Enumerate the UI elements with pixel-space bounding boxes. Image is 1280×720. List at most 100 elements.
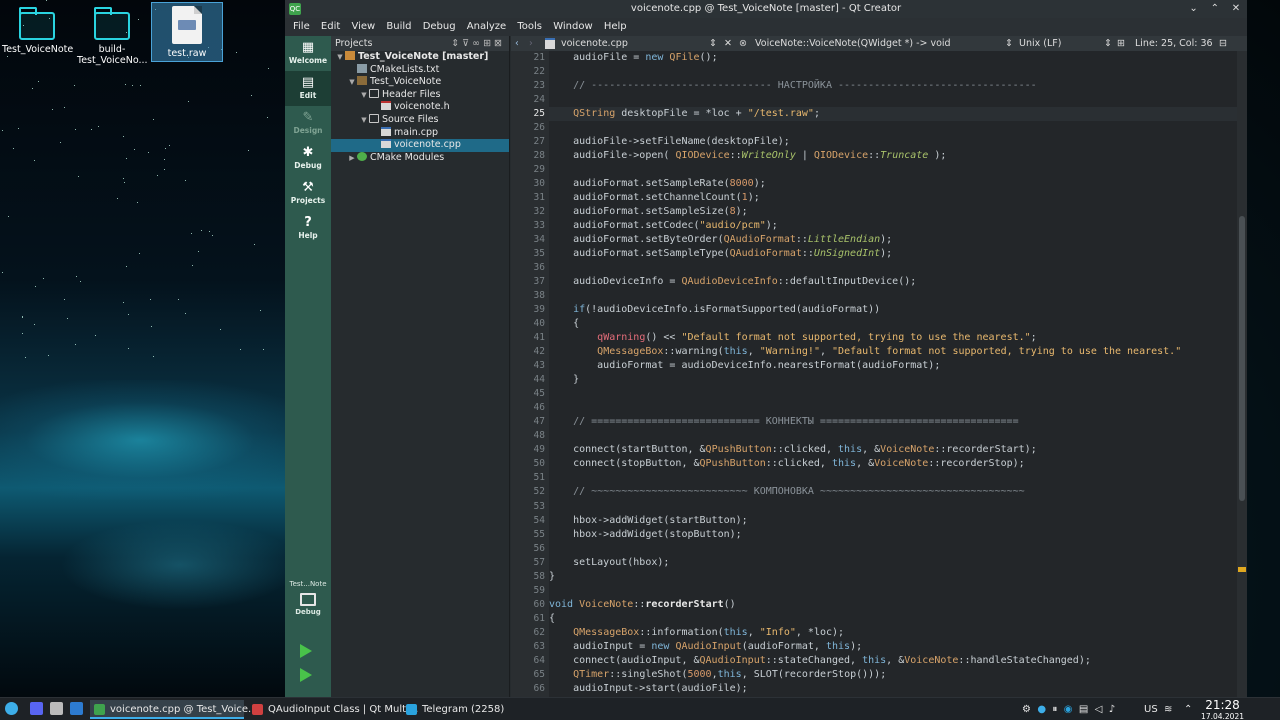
tray-pause-icon[interactable]: ⏸ (1052, 704, 1057, 715)
kit-selector[interactable]: Test...Note Debug (285, 580, 331, 616)
code-line[interactable] (549, 401, 1237, 415)
expand-arrow-icon[interactable]: ▶ (347, 152, 357, 165)
tray-media-icon[interactable]: ♪ (1109, 704, 1115, 715)
expand-arrow-icon[interactable]: ▼ (359, 114, 369, 127)
file-dropdown-icon[interactable]: ⇕ (709, 36, 717, 51)
split-icon[interactable]: ⊞ (1117, 36, 1125, 51)
menu-file[interactable]: File (293, 21, 310, 32)
back-icon[interactable]: ‹ (515, 36, 519, 51)
tree-item[interactable]: ▼ Source Files (331, 113, 509, 127)
app-icon[interactable] (50, 702, 63, 715)
code-line[interactable] (549, 500, 1237, 514)
encoding-selector[interactable]: Unix (LF) (1019, 36, 1061, 51)
menu-build[interactable]: Build (386, 21, 411, 32)
code-line[interactable]: { (549, 612, 1237, 626)
tree-item[interactable]: ▼ Test_VoiceNote (331, 76, 509, 89)
code-line[interactable]: QMessageBox::information(this, "Info", *… (549, 626, 1237, 640)
mode-welcome[interactable]: ▦ Welcome (285, 36, 331, 71)
mode-edit[interactable]: ▤ Edit (285, 71, 331, 106)
desktop-icon-build[interactable]: build- Test_VoiceNo... (77, 6, 148, 66)
tree-item[interactable]: ▶ CMake Modules (331, 151, 509, 165)
code-line[interactable] (549, 542, 1237, 556)
keyboard-layout[interactable]: US (1144, 698, 1158, 720)
code-line[interactable]: audioFormat.setSampleRate(8000); (549, 177, 1237, 191)
code-line[interactable]: audioFormat.setSampleSize(8); (549, 205, 1237, 219)
code-line[interactable] (549, 65, 1237, 79)
menu-help[interactable]: Help (604, 21, 627, 32)
close-icon[interactable]: ⊠ (494, 38, 505, 49)
editor-scrollbar[interactable] (1237, 51, 1247, 697)
menu-analyze[interactable]: Analyze (467, 21, 506, 32)
discord-icon[interactable] (30, 702, 43, 715)
symbol-selector[interactable]: VoiceNote::VoiceNote(QWidget *) -> void (755, 36, 951, 51)
code-line[interactable]: { (549, 317, 1237, 331)
tree-item[interactable]: voicenote.cpp (331, 139, 509, 152)
mode-projects[interactable]: ⚒ Projects (285, 176, 331, 211)
code-line[interactable]: connect(stopButton, &QPushButton::clicke… (549, 457, 1237, 471)
tray-update-icon[interactable]: ● (1037, 704, 1046, 715)
close-document-icon[interactable]: ✕ (724, 36, 732, 51)
maximize-icon[interactable]: ⌃ (1208, 0, 1222, 18)
code-line[interactable]: if(!audioDeviceInfo.isFormatSupported(au… (549, 303, 1237, 317)
split-editor-icon[interactable]: ⊟ (1219, 36, 1227, 51)
tree-item[interactable]: voicenote.h (331, 101, 509, 114)
code-line[interactable] (549, 429, 1237, 443)
taskbar-app[interactable]: Telegram (2258) (402, 700, 504, 719)
code-line[interactable]: // ~~~~~~~~~~~~~~~~~~~~~~~~~~ КОМПОНОВКА… (549, 485, 1237, 499)
menu-tools[interactable]: Tools (517, 21, 542, 32)
menu-debug[interactable]: Debug (423, 21, 456, 32)
filter-icon[interactable]: ⊽ (462, 38, 472, 49)
expand-arrow-icon[interactable]: ▼ (359, 89, 369, 102)
code-line[interactable]: audioFormat.setSampleType(QAudioFormat::… (549, 247, 1237, 261)
clock[interactable]: 21:28 17.04.2021 (1201, 699, 1244, 720)
code-line[interactable]: audioInput->start(audioFile); (549, 682, 1237, 696)
tree-item[interactable]: CMakeLists.txt (331, 63, 509, 77)
code-line[interactable]: qWarning() << "Default format not suppor… (549, 331, 1237, 345)
mode-help[interactable]: ? Help (285, 211, 331, 246)
tray-volume-icon[interactable]: ◁ (1095, 704, 1103, 715)
code-line[interactable]: audioFile->setFileName(desktopFile); (549, 135, 1237, 149)
code-line[interactable]: } (549, 373, 1237, 387)
taskbar-app[interactable]: voicenote.cpp @ Test_Voice... (90, 700, 258, 719)
minimize-icon[interactable]: ⌄ (1187, 0, 1201, 18)
app-launcher-icon[interactable] (5, 702, 18, 715)
code-line[interactable]: } (549, 570, 1237, 584)
code-line[interactable]: audioFormat = audioDeviceInfo.nearestFor… (549, 359, 1237, 373)
menu-edit[interactable]: Edit (321, 21, 340, 32)
code-line[interactable]: audioInput = new QAudioInput(audioFormat… (549, 640, 1237, 654)
code-line[interactable]: audioFormat.setCodec("audio/pcm"); (549, 219, 1237, 233)
code-line[interactable]: hbox->addWidget(startButton); (549, 514, 1237, 528)
tree-item[interactable]: ▼ Header Files (331, 88, 509, 102)
tree-item[interactable]: main.cpp (331, 126, 509, 140)
code-line[interactable]: audioFile->open( QIODevice::WriteOnly | … (549, 149, 1237, 163)
code-line[interactable] (549, 584, 1237, 598)
tree-item[interactable]: ▼ Test_VoiceNote [master] (331, 51, 509, 64)
run-icon[interactable] (300, 644, 312, 658)
link-icon[interactable]: ∞ (472, 38, 483, 49)
forward-icon[interactable]: › (529, 36, 533, 51)
code-line[interactable] (549, 163, 1237, 177)
code-line[interactable]: void VoiceNote::recorderStart() (549, 598, 1237, 612)
code-line[interactable]: connect(audioInput, &QAudioInput::stateC… (549, 654, 1237, 668)
code-line[interactable] (549, 289, 1237, 303)
tray-clipboard-icon[interactable]: ▤ (1079, 704, 1088, 715)
code-line[interactable]: connect(startButton, &QPushButton::click… (549, 443, 1237, 457)
mode-debug[interactable]: ✱ Debug (285, 141, 331, 176)
sort-icon[interactable]: ⇕ (451, 38, 462, 49)
open-file-name[interactable]: voicenote.cpp (561, 36, 628, 51)
symbol-dropdown-icon[interactable]: ⇕ (1005, 36, 1013, 51)
code-line[interactable]: // ============================ КОННЕКТЫ… (549, 415, 1237, 429)
code-line[interactable]: QTimer::singleShot(5000,this, SLOT(recor… (549, 668, 1237, 682)
code-line[interactable]: audioFormat.setChannelCount(1); (549, 191, 1237, 205)
tray-expand-icon[interactable]: ⌃ (1184, 698, 1192, 720)
menu-window[interactable]: Window (553, 21, 592, 32)
desktop-icon-test-raw[interactable]: test.raw (151, 2, 223, 62)
vscode-icon[interactable] (70, 702, 83, 715)
scrollbar-thumb[interactable] (1239, 216, 1245, 501)
split-icon[interactable]: ⊞ (483, 38, 494, 49)
code-line[interactable]: // ------------------------------ НАСТРО… (549, 79, 1237, 93)
code-line[interactable]: QString desktopFile = *loc + "/test.raw"… (549, 107, 1237, 122)
debug-run-icon[interactable] (300, 668, 312, 682)
code-line[interactable]: audioFormat.setByteOrder(QAudioFormat::L… (549, 233, 1237, 247)
mode-design[interactable]: ✎ Design (285, 106, 331, 141)
